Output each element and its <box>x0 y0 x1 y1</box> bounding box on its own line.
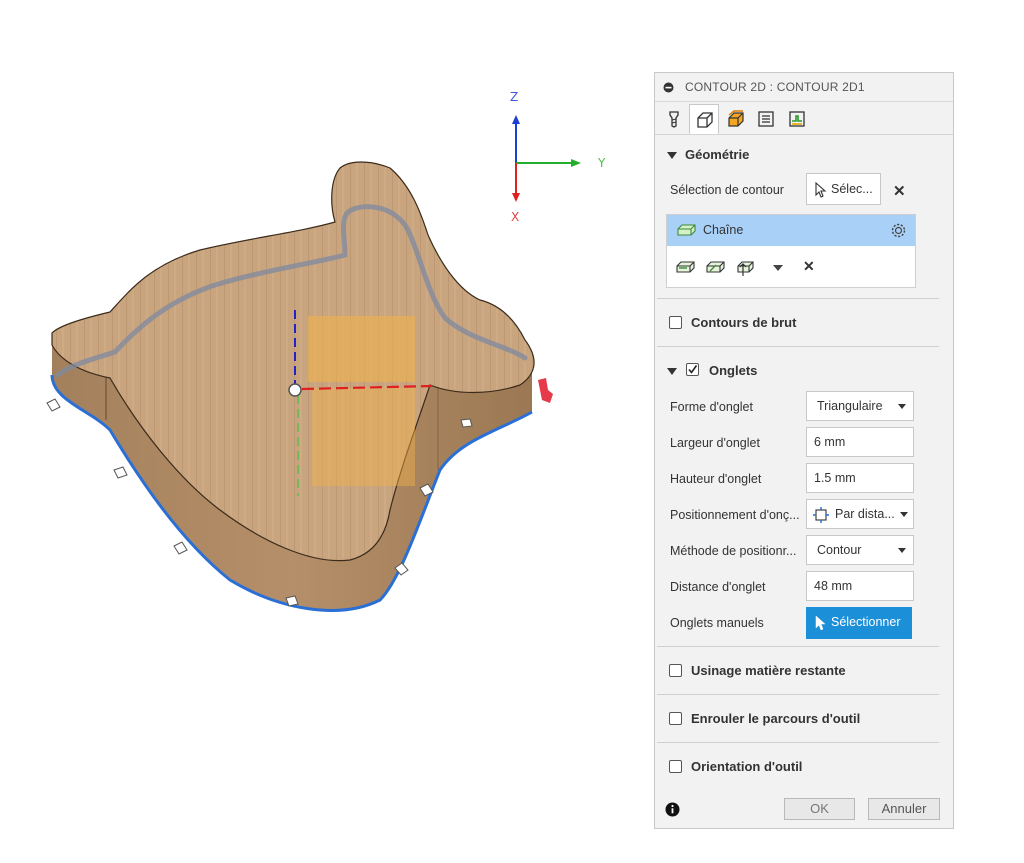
tool-icon <box>669 111 679 128</box>
tab-passes[interactable] <box>751 104 781 134</box>
tab-plane-lower <box>312 388 415 486</box>
tab-shape-value: Triangulaire <box>817 399 883 413</box>
tab-geometry[interactable] <box>689 104 719 134</box>
chain-edit-icon[interactable] <box>737 257 757 277</box>
tab-distance-label: Distance d'onglet <box>670 580 766 594</box>
cursor-icon <box>815 615 826 631</box>
tab-height-value: 1.5 mm <box>814 471 856 485</box>
tab-width-value: 6 mm <box>814 435 846 449</box>
chain-icon <box>677 224 696 236</box>
checkmark-icon <box>688 365 698 374</box>
section-geometry-header[interactable]: Géométrie <box>667 147 749 162</box>
tab-shape-select[interactable]: Triangulaire <box>806 391 914 421</box>
manual-tabs-button-label: Sélectionner <box>831 615 901 629</box>
rest-machining-label: Usinage matière restante <box>691 663 846 678</box>
settings-gear-icon[interactable] <box>889 221 908 240</box>
tab-positioning-value: Par dista... <box>835 507 895 521</box>
expand-icon <box>667 152 677 160</box>
tab-heights[interactable] <box>721 104 751 134</box>
tab-positioning-select[interactable]: Par dista... <box>806 499 914 529</box>
chevron-down-icon <box>900 512 908 517</box>
divider <box>657 742 939 743</box>
chain-reverse-icon[interactable] <box>706 259 726 275</box>
tab-width-label: Largeur d'onglet <box>670 436 760 450</box>
section-geometry-title: Géométrie <box>685 147 750 162</box>
chevron-down-icon <box>898 548 906 553</box>
divider <box>657 298 939 299</box>
by-distance-icon <box>813 507 829 523</box>
dialog-title: CONTOUR 2D : CONTOUR 2D1 <box>685 80 865 94</box>
dialog-titlebar[interactable]: CONTOUR 2D : CONTOUR 2D1 <box>655 73 953 102</box>
tab-linking[interactable] <box>782 104 812 134</box>
tab-positioning-label: Positionnement d'onç... <box>670 508 800 522</box>
expand-icon <box>667 368 677 376</box>
chain-row[interactable]: Chaîne <box>667 215 915 246</box>
contour-select-button[interactable]: Sélec... <box>806 173 881 205</box>
clear-selection-icon[interactable]: ✕ <box>893 182 906 200</box>
tab-height-label: Hauteur d'onglet <box>670 472 762 486</box>
contour-select-button-label: Sélec... <box>831 182 873 196</box>
tabs-checkbox[interactable] <box>686 363 699 376</box>
section-tabs-header[interactable] <box>667 363 685 378</box>
linking-icon <box>789 111 805 127</box>
stock-contours-checkbox[interactable] <box>669 316 682 329</box>
manual-tabs-select-button[interactable]: Sélectionner <box>806 607 912 639</box>
tool-orientation-label: Orientation d'outil <box>691 759 803 774</box>
contour-2d-dialog: CONTOUR 2D : CONTOUR 2D1 Géométrie Sélec… <box>654 72 954 829</box>
dialog-tabs <box>655 102 953 135</box>
axis-x-label: X <box>511 210 519 224</box>
origin-point[interactable] <box>288 383 302 397</box>
chain-remove-icon[interactable]: ✕ <box>803 258 815 275</box>
divider <box>657 646 939 647</box>
geometry-icon <box>697 112 713 128</box>
rest-machining-checkbox[interactable] <box>669 664 682 677</box>
ok-button[interactable]: OK <box>784 798 855 820</box>
chevron-down-icon <box>898 404 906 409</box>
wrap-toolpath-checkbox[interactable] <box>669 712 682 725</box>
tab-width-input[interactable]: 6 mm <box>806 427 914 457</box>
manual-tabs-label: Onglets manuels <box>670 616 764 630</box>
axis-y-label: Y <box>597 156 606 170</box>
positioning-method-select[interactable]: Contour <box>806 535 914 565</box>
info-icon[interactable] <box>665 802 680 817</box>
positioning-method-label: Méthode de positionr... <box>670 544 797 558</box>
collapse-icon[interactable] <box>663 82 674 93</box>
axis-z-label: Z <box>510 90 518 104</box>
cursor-icon <box>815 182 827 198</box>
tab-distance-value: 48 mm <box>814 579 853 593</box>
tab-plane-upper <box>308 316 415 382</box>
stock-contours-label: Contours de brut <box>691 315 797 330</box>
tab-distance-input[interactable]: 48 mm <box>806 571 914 601</box>
part-top-face <box>51 161 535 562</box>
tab-tool[interactable] <box>659 104 689 134</box>
cancel-button[interactable]: Annuler <box>868 798 940 820</box>
tab-height-input[interactable]: 1.5 mm <box>806 463 914 493</box>
divider <box>657 694 939 695</box>
section-tabs-title: Onglets <box>709 363 758 378</box>
tab-shape-label: Forme d'onglet <box>670 400 753 414</box>
chain-label: Chaîne <box>703 223 744 237</box>
red-drag-handle[interactable] <box>538 378 553 403</box>
tool-orientation-checkbox[interactable] <box>669 760 682 773</box>
wrap-toolpath-label: Enrouler le parcours d'outil <box>691 711 861 726</box>
heights-icon <box>728 110 744 127</box>
chain-dropdown-icon[interactable] <box>773 265 783 271</box>
positioning-method-value: Contour <box>817 543 862 557</box>
chain-add-icon[interactable] <box>676 259 696 275</box>
passes-icon <box>758 111 774 127</box>
view-axis-gizmo[interactable] <box>512 115 581 202</box>
3d-viewport[interactable]: Z Y X <box>0 0 650 858</box>
contour-selection-label: Sélection de contour <box>670 183 784 197</box>
divider <box>657 346 939 347</box>
chain-list: Chaîne ✕ <box>666 214 916 288</box>
